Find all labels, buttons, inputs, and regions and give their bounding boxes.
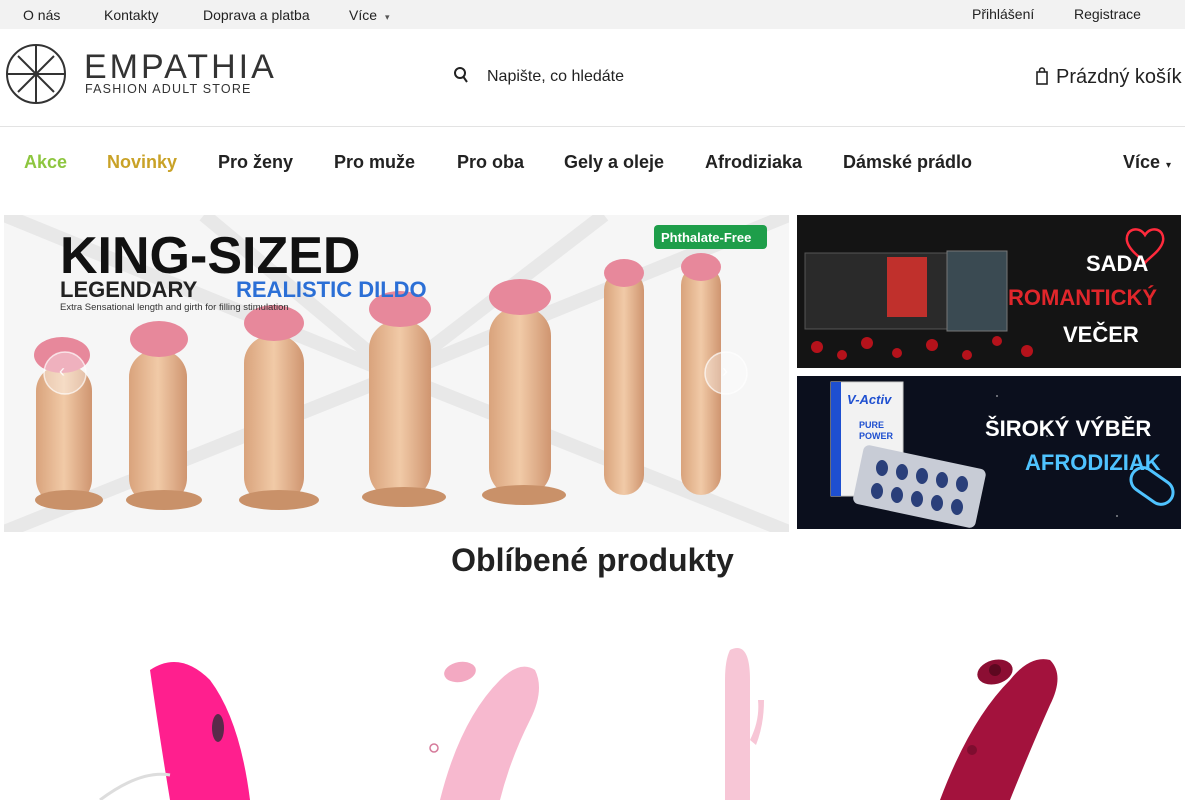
login-link[interactable]: Přihlášení	[972, 6, 1034, 22]
nav-more-menu[interactable]: Více ▾	[1123, 152, 1171, 173]
logo-mark-icon	[6, 44, 66, 104]
aphrodisiacs-image: V-Activ PURE POWER ŠIROKÝ VÝBĚR AFRODIZI…	[797, 376, 1181, 529]
topbar-more-menu[interactable]: Více ▾	[349, 7, 390, 23]
topbar-link-about[interactable]: O nás	[23, 7, 60, 23]
promo-banner-aphrodisiacs[interactable]: V-Activ PURE POWER ŠIROKÝ VÝBĚR AFRODIZI…	[797, 376, 1181, 529]
carousel-prev-arrow-icon[interactable]: ‹	[59, 361, 65, 382]
main-banner-carousel[interactable]: KING-SIZED LEGENDARY REALISTIC DILDO Ext…	[4, 215, 789, 532]
top-bar: O nás Kontakty Doprava a platba Více ▾ Př…	[0, 0, 1185, 29]
product-card[interactable]	[670, 630, 910, 800]
nav-more-label: Více	[1123, 152, 1161, 172]
cart-button[interactable]: Prázdný košík	[1056, 66, 1182, 89]
topbar-link-shipping[interactable]: Doprava a platba	[203, 7, 310, 23]
search-input[interactable]: Napište, co hledáte	[487, 68, 624, 86]
romantic-set-image: SADA ROMANTICKÝ VEČER	[797, 215, 1181, 368]
nav-item-lingerie[interactable]: Dámské prádlo	[843, 152, 972, 173]
topbar-link-contacts[interactable]: Kontakty	[104, 7, 158, 23]
nav-item-for-women[interactable]: Pro ženy	[218, 152, 293, 173]
cart-icon[interactable]	[1036, 67, 1048, 85]
banner-sub-legendary: LEGENDARY	[60, 277, 198, 302]
section-title-popular-products: Oblíbené produkty	[451, 542, 734, 578]
product-box-pure: PURE	[859, 420, 884, 430]
product-image-rabbit-vibrator	[725, 648, 764, 800]
chevron-down-icon: ▾	[1166, 160, 1172, 171]
romantic-set-line1: SADA	[1086, 251, 1148, 276]
banner-small-text: Extra Sensational length and girth for f…	[60, 302, 289, 313]
main-banner-image: KING-SIZED LEGENDARY REALISTIC DILDO Ext…	[4, 215, 789, 532]
logo[interactable]: EMPATHIA FASHION ADULT STORE	[4, 44, 274, 104]
nav-item-for-men[interactable]: Pro muže	[334, 152, 415, 173]
product-image-light-pink-stimulator	[429, 661, 539, 800]
romantic-set-line2: ROMANTICKÝ	[1008, 285, 1157, 310]
product-grid	[0, 630, 1185, 802]
product-card[interactable]	[90, 630, 330, 802]
logo-tagline: FASHION ADULT STORE	[85, 82, 252, 96]
topbar-more-label: Více	[349, 7, 378, 23]
aphrodisiacs-line2: AFRODIZIAK	[1025, 450, 1161, 475]
aphrodisiacs-line1: ŠIROKÝ VÝBĚR	[985, 416, 1151, 441]
romantic-set-line3: VEČER	[1063, 322, 1139, 347]
promo-banner-romantic-set[interactable]: SADA ROMANTICKÝ VEČER	[797, 215, 1181, 368]
main-nav: Akce Novinky Pro ženy Pro muže Pro oba G…	[0, 127, 1185, 195]
nav-item-aphrodisiacs[interactable]: Afrodiziaka	[705, 152, 802, 173]
nav-item-new[interactable]: Novinky	[107, 152, 177, 173]
product-image-burgundy-stimulator	[940, 659, 1058, 800]
site-header: EMPATHIA FASHION ADULT STORE Napište, co…	[0, 29, 1185, 127]
search-icon[interactable]	[454, 66, 468, 84]
product-box-power: POWER	[859, 431, 894, 441]
phthalate-free-badge: Phthalate-Free	[661, 230, 751, 245]
nav-item-gels-oils[interactable]: Gely a oleje	[564, 152, 664, 173]
product-image-pink-vibrator	[99, 662, 250, 802]
product-card[interactable]	[920, 630, 1160, 800]
nav-item-sale[interactable]: Akce	[24, 152, 67, 173]
product-box-brand: V-Activ	[847, 392, 892, 407]
product-card[interactable]	[380, 630, 620, 800]
register-link[interactable]: Registrace	[1074, 6, 1141, 22]
chevron-down-icon: ▾	[385, 12, 390, 22]
banner-sub-realistic: REALISTIC DILDO	[236, 277, 427, 302]
nav-item-for-couples[interactable]: Pro oba	[457, 152, 524, 173]
carousel-next-arrow-icon[interactable]: ›	[722, 361, 728, 382]
